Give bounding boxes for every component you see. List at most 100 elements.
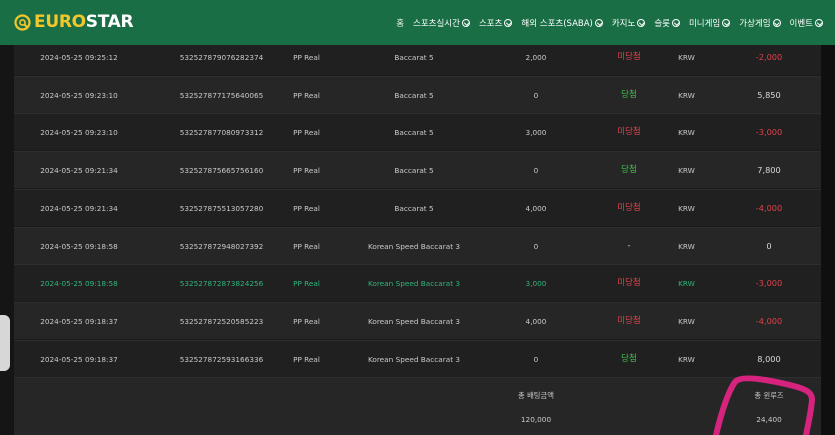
bet-date-cell: 2024-05-25 09:18:58 (40, 279, 118, 289)
result-cell: 미당첨 (617, 278, 641, 289)
nav-item-label: 슬롯 (654, 18, 670, 29)
main-nav: 홈 스포츠실시간 스포츠 해외 스포츠(SABA) 카지노 슬롯 미니게임 가상게임 이벤트 (396, 0, 823, 45)
nav-item-2[interactable]: 스포츠 (478, 17, 513, 29)
nav-item-3[interactable]: 해외 스포츠(SABA) (521, 17, 603, 29)
provider-cell: PP Real (293, 203, 320, 213)
nav-item-label: 카지노 (611, 18, 636, 29)
scrollbar-track[interactable] (821, 45, 835, 435)
bet-amount-cell: 0 (533, 241, 539, 251)
win-loss-cell: -3,000 (755, 278, 783, 289)
win-loss-cell: -3,000 (755, 127, 783, 138)
nav-item-5[interactable]: 슬롯 (654, 17, 680, 29)
summary-row: 총 배팅금액 120,000 총 윈루즈 24,400 (14, 377, 821, 435)
provider-cell: PP Real (293, 90, 320, 100)
bet-amount-cell: 3,000 (525, 279, 547, 289)
chevron-down-icon (637, 18, 646, 27)
total-winloss-value: 24,400 (756, 415, 782, 424)
total-winloss-label: 총 윈루즈 (754, 391, 784, 400)
bet-date-cell: 2024-05-25 09:21:34 (40, 166, 118, 176)
game-name-cell: Baccarat 5 (394, 90, 434, 100)
chevron-down-icon (504, 18, 513, 27)
bet-amount-cell: 3,000 (525, 128, 547, 138)
nav-item-label: 미니게임 (688, 18, 721, 29)
bet-amount-cell: 4,000 (525, 316, 547, 326)
provider-cell: PP Real (293, 354, 320, 364)
currency-cell: KRW (678, 241, 695, 251)
table-row[interactable]: 2024-05-25 09:18:37 532527872520585223 PP … (14, 301, 821, 339)
provider-cell: PP Real (293, 241, 320, 251)
nav-item-label: 가상게임 (739, 18, 771, 29)
result-cell: 미당첨 (617, 202, 641, 213)
chevron-down-icon (671, 18, 680, 27)
bet-amount-cell: 0 (533, 354, 539, 364)
win-loss-cell: 8,000 (757, 353, 781, 364)
page: 2024-05-25 09:25:12 532527879076282374 PP … (0, 0, 835, 435)
result-cell: 당첨 (621, 89, 637, 100)
nav-item-4[interactable]: 카지노 (611, 17, 646, 29)
table-row[interactable]: 2024-05-25 09:18:58 532527872948027392 PP … (14, 226, 821, 264)
bet-date-cell: 2024-05-25 09:23:10 (40, 90, 118, 100)
win-loss-cell: 0 (766, 240, 772, 251)
nav-item-7[interactable]: 가상게임 (739, 17, 781, 29)
game-name-cell: Baccarat 5 (394, 203, 434, 213)
provider-cell: PP Real (293, 316, 320, 326)
chevron-down-icon (772, 18, 781, 27)
side-widget-edge[interactable] (0, 315, 10, 371)
nav-item-label: 스포츠 (478, 18, 503, 29)
bet-date-cell: 2024-05-25 09:18:37 (40, 316, 118, 326)
game-name-cell: Korean Speed Baccarat 3 (367, 241, 461, 251)
result-cell: - (627, 240, 631, 251)
currency-cell: KRW (678, 354, 695, 364)
table-row[interactable]: 2024-05-25 09:18:58 532527872873824256 PP … (14, 264, 821, 302)
bet-date-cell: 2024-05-25 09:18:58 (40, 241, 118, 251)
win-loss-cell: 5,850 (757, 89, 781, 100)
table-row[interactable]: 2024-05-25 09:21:34 532527875665756160 PP … (14, 151, 821, 189)
total-bet-value: 120,000 (520, 415, 552, 424)
logo-text-star: STAR (85, 12, 134, 32)
nav-item-0[interactable]: 홈 (396, 17, 404, 29)
nav-item-label: 이벤트 (789, 18, 813, 29)
nav-item-8[interactable]: 이벤트 (790, 17, 823, 29)
provider-cell: PP Real (293, 166, 320, 176)
result-cell: 미당첨 (617, 127, 641, 138)
win-loss-cell: 7,800 (757, 165, 781, 176)
win-loss-cell: -4,000 (755, 202, 783, 213)
bet-amount-cell: 0 (533, 166, 539, 176)
game-name-cell: Korean Speed Baccarat 3 (367, 316, 461, 326)
result-cell: 미당첨 (617, 315, 641, 326)
nav-item-label: 스포츠실시간 (413, 18, 460, 29)
bet-date-cell: 2024-05-25 09:23:10 (40, 128, 118, 138)
bet-amount-cell: 0 (533, 90, 539, 100)
bet-amount-cell: 4,000 (525, 203, 547, 213)
nav-item-1[interactable]: 스포츠실시간 (413, 17, 470, 29)
table-row[interactable]: 2024-05-25 09:23:10 532527877080973312 PP … (14, 113, 821, 151)
game-name-cell: Baccarat 5 (394, 166, 434, 176)
currency-cell: KRW (678, 166, 695, 176)
bet-date-cell: 2024-05-25 09:21:34 (40, 203, 118, 213)
currency-cell: KRW (678, 90, 695, 100)
nav-item-label: 홈 (396, 18, 405, 29)
chevron-down-icon (815, 18, 823, 27)
result-cell: 당첨 (621, 165, 637, 176)
win-loss-cell: -4,000 (755, 315, 783, 326)
table-row[interactable]: 2024-05-25 09:21:34 532527875513057280 PP … (14, 188, 821, 226)
currency-cell: KRW (678, 316, 695, 326)
game-name-cell: Korean Speed Baccarat 3 (367, 354, 461, 364)
left-edge-strip (0, 45, 14, 435)
chevron-down-icon (594, 18, 603, 27)
provider-cell: PP Real (293, 279, 320, 289)
nav-item-label: 해외 스포츠(SABA) (521, 18, 593, 29)
bet-history-table: 2024-05-25 09:25:12 532527879076282374 PP … (14, 38, 821, 435)
currency-cell: KRW (678, 203, 695, 213)
top-header: EUROSTAR 홈 스포츠실시간 스포츠 해외 스포츠(SABA) 카지노 슬롯 미니게임… (0, 0, 835, 45)
table-row[interactable]: 2024-05-25 09:23:10 532527877175640065 PP … (14, 75, 821, 113)
bet-date-cell: 2024-05-25 09:18:37 (40, 354, 118, 364)
currency-cell: KRW (678, 128, 695, 138)
nav-item-6[interactable]: 미니게임 (688, 17, 731, 29)
total-bet-label: 총 배팅금액 (518, 391, 554, 400)
table-row[interactable]: 2024-05-25 09:18:37 532527872593166336 PP … (14, 339, 821, 377)
chevron-down-icon (722, 18, 731, 27)
eurostar-logo[interactable]: EUROSTAR (14, 12, 134, 32)
chevron-down-icon (461, 18, 470, 27)
game-name-cell: Korean Speed Baccarat 3 (367, 279, 461, 289)
